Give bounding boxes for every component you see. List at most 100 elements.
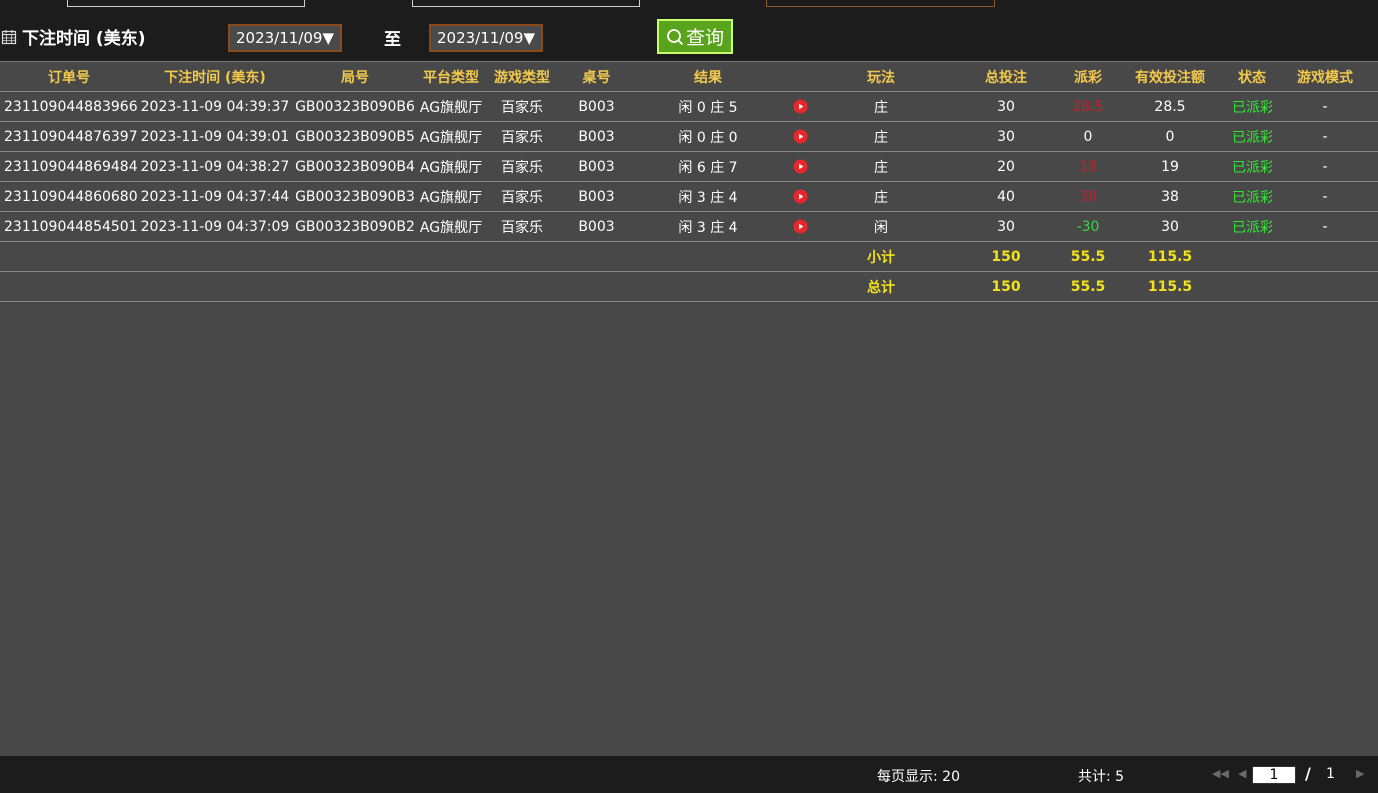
col-bet: 总投注 [985,69,1027,86]
subtotal-payout: 55.5 [1068,241,1108,272]
table-row: 231109044869484 2023-11-09 04:38:27 GB00… [0,151,1378,182]
total-row: 总计 150 55.5 115.5 [0,271,1378,302]
play-type: 庄 [818,151,944,182]
bet-time: 2023-11-09 04:39:37 [138,91,292,122]
next-page-icon[interactable]: ▶ [1356,767,1364,780]
platform: AG旗舰厅 [418,181,484,212]
query-label: 查询 [685,27,724,49]
video-cell [783,121,818,152]
valid-bet: 19 [1108,151,1232,182]
game-mode: - [1272,121,1378,152]
end-date-picker[interactable]: 2023/11/09▼ [429,24,543,52]
platform: AG旗舰厅 [418,151,484,182]
calendar-icon [1,30,17,45]
col-table-no: 桌号 [582,69,611,86]
total-count: 共计: 5 [1078,769,1125,785]
top-input-2[interactable] [412,0,640,7]
table-row: 231109044876397 2023-11-09 04:39:01 GB00… [0,121,1378,152]
total-pages: 1 [1326,766,1335,782]
valid-bet: 38 [1108,181,1232,212]
round-id: GB00323B090B3 [292,181,418,212]
play-type: 庄 [818,181,944,212]
total-bet: 20 [944,151,1068,182]
platform: AG旗舰厅 [418,211,484,242]
payout: 38 [1068,181,1108,212]
game-mode: - [1272,91,1378,122]
platform: AG旗舰厅 [418,91,484,122]
round-id: GB00323B090B5 [292,121,418,152]
filter-bar: 下注时间 (美东) 2023/11/09▼ 至 2023/11/09▼ 查询 [0,8,1378,60]
play-type: 庄 [818,121,944,152]
prev-page-icon[interactable]: ◀ [1238,767,1246,780]
table-row: 231109044860680 2023-11-09 04:37:44 GB00… [0,181,1378,212]
col-round: 局号 [341,69,369,86]
table-header-row: 订单号 下注时间 (美东) 局号 平台类型 游戏类型 桌号 结果 玩法 总投注 … [0,62,1378,92]
start-date-picker[interactable]: 2023/11/09▼ [228,24,342,52]
page-number-input[interactable] [1252,766,1296,784]
play-video-icon[interactable] [793,99,808,114]
top-input-3[interactable] [766,0,995,7]
table-no: B003 [560,211,633,242]
pagination-footer: 每页显示: 20 共计: 5 ◀◀ ◀ / 1 ▶ [0,756,1378,793]
game-mode: - [1272,151,1378,182]
play-video-icon[interactable] [793,159,808,174]
status: 已派彩 [1232,151,1272,182]
col-order: 订单号 [48,69,90,86]
subtotal-bet: 150 [944,241,1068,272]
bet-time: 2023-11-09 04:39:01 [138,121,292,152]
order-id: 231109044883966 [0,91,138,122]
order-id: 231109044860680 [0,181,138,212]
game-mode: - [1272,181,1378,212]
total-bet: 30 [944,121,1068,152]
total-bet: 40 [944,181,1068,212]
round-id: GB00323B090B4 [292,151,418,182]
total-payout: 55.5 [1068,271,1108,302]
col-status: 状态 [1238,69,1266,86]
play-video-icon[interactable] [793,219,808,234]
col-payout: 派彩 [1074,69,1102,86]
game-type: 百家乐 [484,151,560,182]
video-cell [783,181,818,212]
result: 闲 6 庄 7 [633,151,783,182]
per-page-label: 每页显示: 20 [877,769,960,785]
round-id: GB00323B090B2 [292,211,418,242]
col-valid: 有效投注额 [1135,69,1205,86]
game-type: 百家乐 [484,91,560,122]
filter-label: 下注时间 (美东) [22,29,146,49]
subtotal-valid: 115.5 [1108,241,1232,272]
game-type: 百家乐 [484,121,560,152]
status: 已派彩 [1232,211,1272,242]
bet-table-container: 订单号 下注时间 (美东) 局号 平台类型 游戏类型 桌号 结果 玩法 总投注 … [0,61,1378,757]
col-video [783,62,818,92]
order-id: 231109044854501 [0,211,138,242]
table-no: B003 [560,91,633,122]
query-button[interactable]: 查询 [657,19,733,54]
total-label: 总计 [818,271,944,302]
total-spacer [0,271,818,302]
total-end [1232,271,1378,302]
col-result: 结果 [694,69,722,86]
top-input-1[interactable] [67,0,305,7]
video-cell [783,91,818,122]
result: 闲 0 庄 0 [633,121,783,152]
valid-bet: 28.5 [1108,91,1232,122]
first-page-icon[interactable]: ◀◀ [1212,767,1229,780]
video-cell [783,151,818,182]
subtotal-row: 小计 150 55.5 115.5 [0,241,1378,272]
col-game: 游戏类型 [494,69,550,86]
page-separator: / [1305,764,1311,783]
table-no: B003 [560,151,633,182]
play-type: 庄 [818,91,944,122]
order-id: 231109044876397 [0,121,138,152]
valid-bet: 0 [1108,121,1232,152]
bet-time: 2023-11-09 04:38:27 [138,151,292,182]
game-mode: - [1272,211,1378,242]
table-no: B003 [560,121,633,152]
total-valid: 115.5 [1108,271,1232,302]
play-video-icon[interactable] [793,129,808,144]
play-video-icon[interactable] [793,189,808,204]
round-id: GB00323B090B6 [292,91,418,122]
top-strip [0,0,1378,8]
game-type: 百家乐 [484,211,560,242]
game-type: 百家乐 [484,181,560,212]
